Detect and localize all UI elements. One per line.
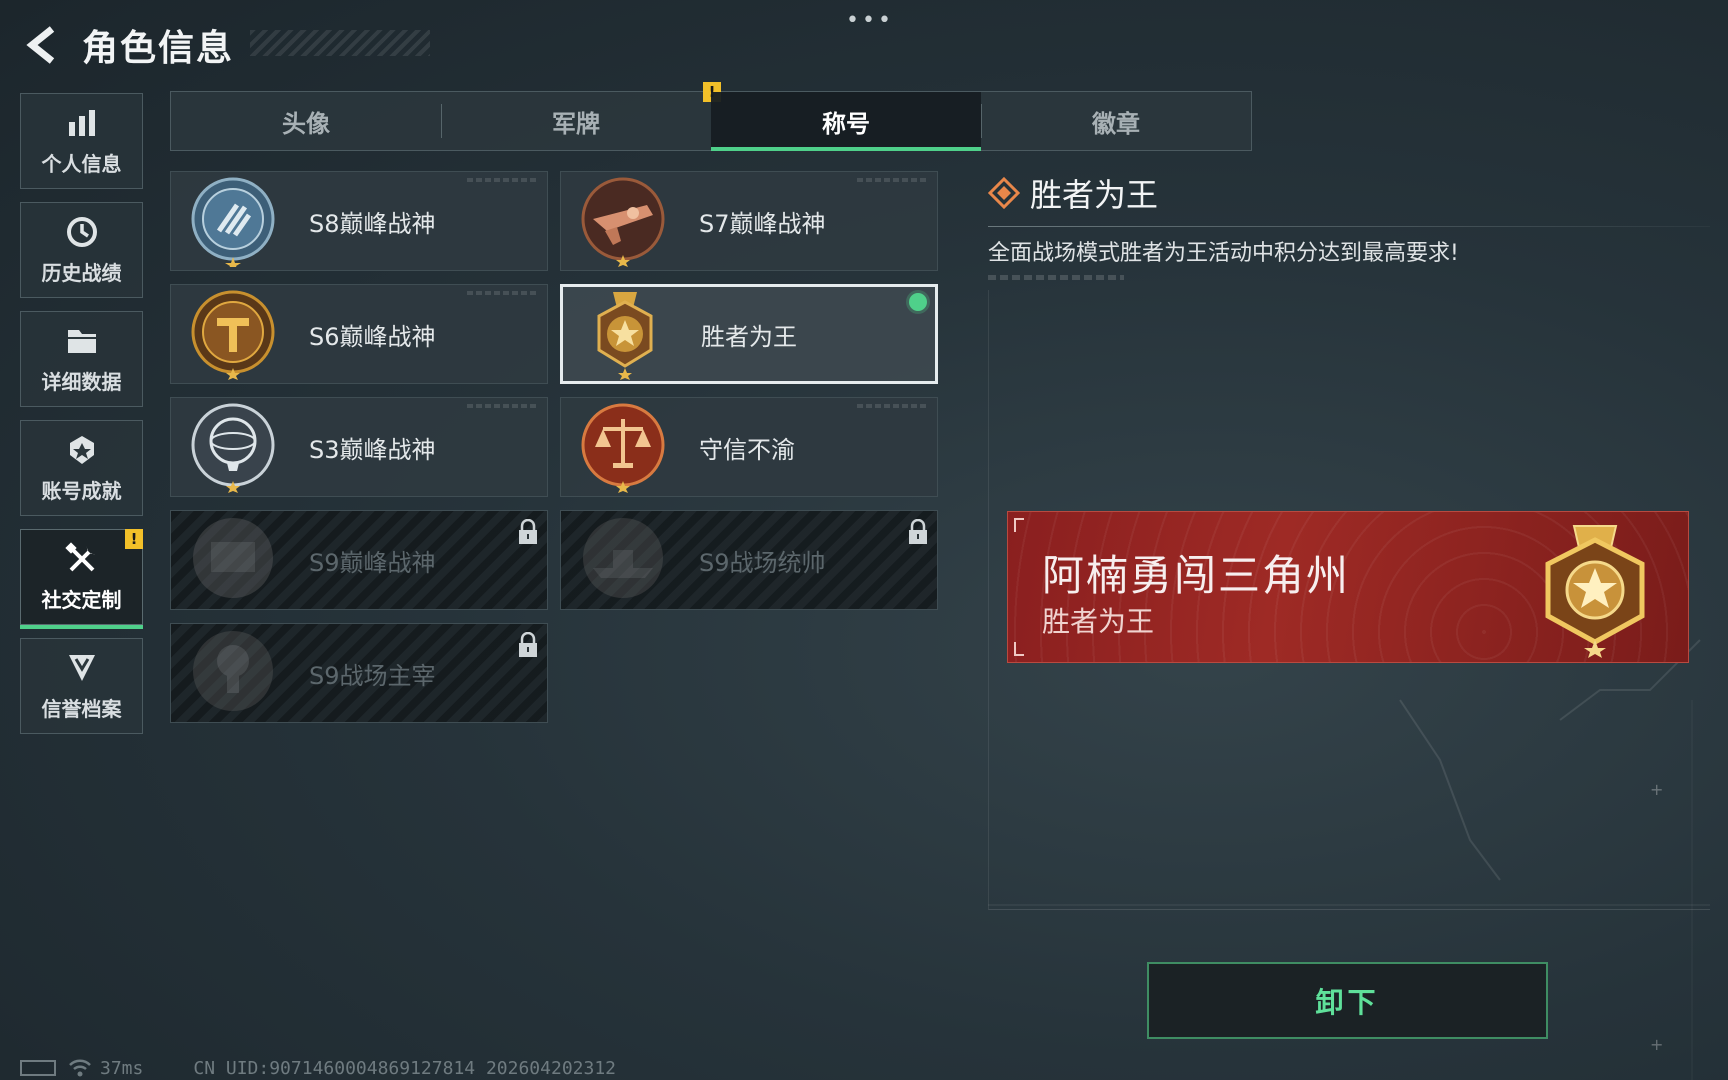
title-card-locked[interactable]: S9战场统帅 <box>560 510 938 610</box>
tab-title[interactable]: 称号 <box>711 92 981 151</box>
title-label: 守信不渝 <box>699 435 795 464</box>
folder-icon <box>67 329 96 353</box>
banner-title: 胜者为王 <box>1042 605 1155 638</box>
sidebar-item-achievements[interactable]: 账号成就 <box>20 420 143 516</box>
history-clock-icon <box>66 216 97 247</box>
scales-emblem-icon <box>581 403 665 493</box>
ping-value: 37ms <box>100 1057 144 1079</box>
description-decoration <box>988 275 1124 280</box>
title-card[interactable]: S6巅峰战神 <box>170 284 548 384</box>
player-name: 阿楠勇闯三角州 <box>1042 551 1351 600</box>
title-detail-panel: 胜者为王 全面战场模式胜者为王活动中积分达到最高要求! <box>988 170 1710 280</box>
header-hatch-decoration <box>250 30 430 56</box>
status-bar: 37ms CN UID:907146000486912781​4 2026042… <box>20 1056 616 1080</box>
sidebar-item-label: 信誉档案 <box>41 696 122 721</box>
title-label: S9战场主宰 <box>309 661 436 690</box>
uid-text: CN UID:907146000486912781​4 202604202312 <box>193 1057 616 1079</box>
title-label: S3巅峰战神 <box>309 435 436 464</box>
s9-dominator-emblem-icon <box>193 631 273 711</box>
lock-icon <box>519 519 537 544</box>
card-decoration <box>467 291 537 295</box>
more-options-icon[interactable]: ••• <box>846 8 894 33</box>
title-card-locked[interactable]: S9战场主宰 <box>170 623 548 723</box>
title-card[interactable]: S7巅峰战神 <box>560 171 938 271</box>
svg-text:+: + <box>1650 1035 1663 1054</box>
title-label: S6巅峰战神 <box>309 322 436 351</box>
sidebar-item-personal-info[interactable]: 个人信息 <box>20 93 143 189</box>
victor-medal-icon <box>1545 525 1645 658</box>
card-decoration <box>857 178 927 182</box>
card-decoration <box>857 404 927 408</box>
card-decoration <box>467 178 537 182</box>
sidebar-item-label: 详细数据 <box>41 369 122 394</box>
alert-badge: ! <box>125 529 143 549</box>
detail-header: 胜者为王 <box>988 170 1710 216</box>
title-label: 胜者为王 <box>701 322 797 351</box>
sidebar-item-detailed-data[interactable]: 详细数据 <box>20 311 143 407</box>
title-card[interactable]: S8巅峰战神 <box>170 171 548 271</box>
equipped-indicator <box>909 293 927 311</box>
diamond-title-icon <box>988 177 1020 209</box>
title-label: S9战场统帅 <box>699 548 826 577</box>
title-card[interactable]: S3巅峰战神 <box>170 397 548 497</box>
title-card-locked[interactable]: S9巅峰战神 <box>170 510 548 610</box>
achievement-badge-icon <box>69 435 94 464</box>
tab-avatar[interactable]: 头像 <box>171 92 441 150</box>
sidebar-item-label: 历史战绩 <box>41 260 122 285</box>
page-header: 角色信息 <box>20 20 430 70</box>
banner-corner <box>1014 518 1024 532</box>
sidebar-item-social-custom[interactable]: 社交定制 ! <box>20 529 143 629</box>
banner-corner <box>1014 642 1024 656</box>
title-label: S9巅峰战神 <box>309 548 436 577</box>
s7-emblem-icon <box>581 177 665 267</box>
wifi-icon <box>69 1059 91 1077</box>
sidebar-item-label: 社交定制 <box>41 587 122 612</box>
s9-peak-emblem-icon <box>193 518 273 598</box>
detail-description: 全面战场模式胜者为王活动中积分达到最高要求! <box>988 241 1459 266</box>
lock-icon <box>519 632 537 657</box>
category-tabs: 头像 军牌 ! 称号 徽章 <box>170 82 1252 151</box>
tab-label: 军牌 <box>552 109 600 138</box>
sidebar-item-label: 账号成就 <box>41 478 122 503</box>
s6-emblem-icon <box>191 290 275 380</box>
tab-dogtag[interactable]: 军牌 ! <box>441 82 721 150</box>
detail-title: 胜者为王 <box>1030 176 1159 214</box>
s3-emblem-icon <box>191 403 275 493</box>
title-card[interactable]: 守信不渝 <box>560 397 938 497</box>
tab-badge[interactable]: 徽章 <box>981 92 1251 150</box>
tools-icon <box>64 541 95 571</box>
victor-medal-icon <box>597 292 653 380</box>
shield-chevron-icon <box>68 654 95 681</box>
sidebar-item-label: 个人信息 <box>41 151 122 176</box>
sidebar-item-history[interactable]: 历史战绩 <box>20 202 143 298</box>
s9-commander-emblem-icon <box>583 518 663 598</box>
title-card-selected[interactable]: 胜者为王 <box>560 284 938 384</box>
sidebar: 个人信息 历史战绩 详细数据 账号成就 社交定制 ! 信誉档案 <box>20 93 143 747</box>
unequip-button[interactable]: 卸下 <box>1147 962 1548 1039</box>
title-label: S7巅峰战神 <box>699 209 826 238</box>
battery-icon <box>20 1060 56 1076</box>
divider <box>988 226 1710 227</box>
back-button[interactable] <box>20 23 64 67</box>
unequip-label: 卸下 <box>1315 985 1380 1019</box>
page-title: 角色信息 <box>82 28 235 69</box>
lock-icon <box>909 519 927 544</box>
bar-chart-icon <box>68 109 95 136</box>
card-decoration <box>467 404 537 408</box>
sidebar-item-credit-record[interactable]: 信誉档案 <box>20 638 143 734</box>
title-label: S8巅峰战神 <box>309 209 436 238</box>
chevron-left-icon <box>26 26 55 64</box>
s8-emblem-icon <box>191 177 275 267</box>
title-preview-banner: 阿楠勇闯三角州 胜者为王 <box>1007 511 1689 663</box>
